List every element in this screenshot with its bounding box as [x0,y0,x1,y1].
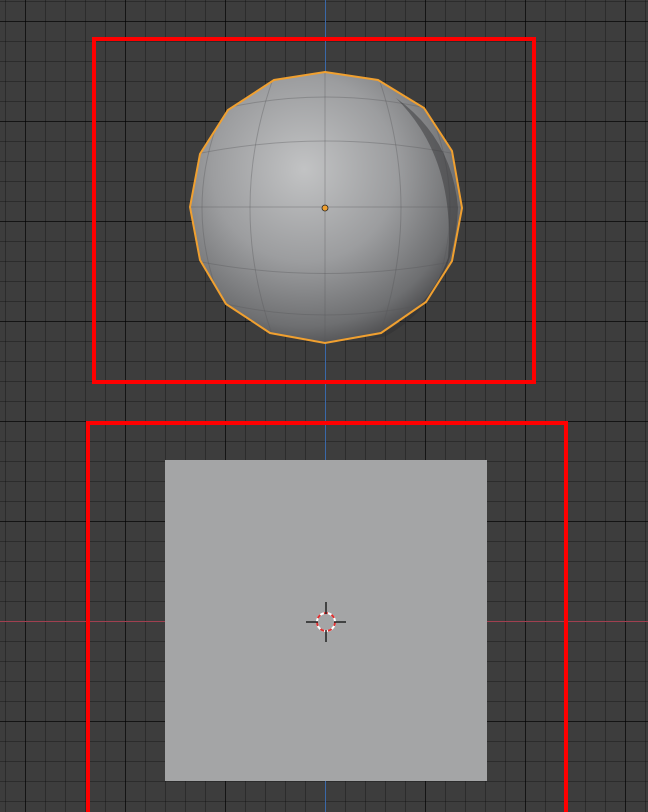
highlight-box-sphere [92,37,536,384]
3d-viewport[interactable] [0,0,648,812]
highlight-box-plane [86,421,568,812]
